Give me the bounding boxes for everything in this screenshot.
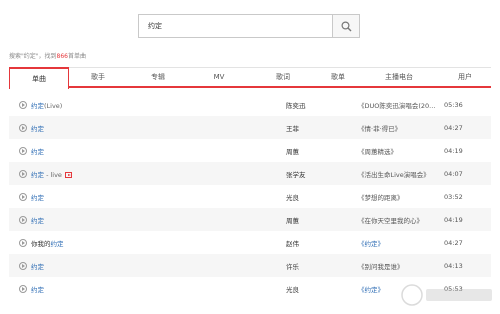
play-icon[interactable] [19,146,27,155]
play-icon[interactable] [19,123,27,132]
play-icon[interactable] [19,238,27,247]
singer-name[interactable]: 光良 [286,284,299,294]
singer-name[interactable]: 陈奕迅 [286,100,306,110]
tab-albums[interactable]: 专辑 [127,68,189,86]
tab-lyrics[interactable]: 歌词 [249,68,317,86]
song-title[interactable]: 约定 - live [31,169,72,179]
mv-icon[interactable] [64,171,72,178]
tab-radio[interactable]: 主播电台 [359,68,439,86]
result-summary: 搜索"约定"，找到866首单曲 [9,51,86,60]
result-count: 866 [56,53,68,60]
singer-name[interactable]: 王菲 [286,123,299,133]
list-item: 约定 周蕙 《周蕙精选》 04:19 [9,139,491,162]
song-title[interactable]: 约定 [31,146,44,156]
album-name[interactable]: 《梦想的距离》 [358,192,404,202]
song-duration: 04:19 [444,146,463,155]
album-name[interactable]: 《约定》 [358,238,384,248]
play-icon[interactable] [19,192,27,201]
album-name[interactable]: 《情·菲·得已》 [358,123,401,133]
tab-users[interactable]: 用户 [439,68,491,86]
song-title[interactable]: 约定 [31,284,44,294]
song-duration: 04:19 [444,215,463,224]
album-name[interactable]: 《DUO陈奕迅演唱会(20... [358,100,435,110]
album-name[interactable]: 《约定》 [358,284,384,294]
song-duration: 04:13 [444,261,463,270]
song-duration: 03:52 [444,192,463,201]
song-title[interactable]: 约定 [31,123,44,133]
search-input[interactable] [138,14,332,38]
song-title[interactable]: 约定 [31,261,44,271]
tab-singers[interactable]: 歌手 [69,68,127,86]
song-duration: 05:36 [444,100,463,109]
song-title[interactable]: 约定(Live) [31,100,62,110]
result-prefix: 搜索"约定"，找到 [9,53,57,60]
play-icon[interactable] [19,169,27,178]
list-item: 约定 光良 《梦想的距离》 03:52 [9,185,491,208]
album-name[interactable]: 《活出生命Live演唱会》 [358,169,430,179]
list-item: 约定 - live 张学友 《活出生命Live演唱会》 04:07 [9,162,491,185]
tab-songs[interactable]: 单曲 [9,67,69,89]
watermark-logo [401,284,492,306]
play-icon[interactable] [19,284,27,293]
song-title[interactable]: 约定 [31,192,44,202]
song-duration: 04:27 [444,238,463,247]
album-name[interactable]: 《在你天空里我的心》 [358,215,423,225]
song-title[interactable]: 你我的约定 [31,238,64,248]
list-item: 约定 王菲 《情·菲·得已》 04:27 [9,116,491,139]
search-icon [340,20,351,31]
singer-name[interactable]: 许乐 [286,261,299,271]
list-item: 你我的约定 赵伟 《约定》 04:27 [9,231,491,254]
list-item: 约定 周蕙 《在你天空里我的心》 04:19 [9,208,491,231]
list-item: 约定(Live) 陈奕迅 《DUO陈奕迅演唱会(20... 05:36 [9,93,491,116]
tab-mv[interactable]: MV [189,68,249,86]
song-duration: 04:27 [444,123,463,132]
singer-name[interactable]: 张学友 [286,169,306,179]
song-duration: 04:07 [444,169,463,178]
album-name[interactable]: 《别问我是谁》 [358,261,404,271]
singer-name[interactable]: 赵伟 [286,238,299,248]
tab-playlists[interactable]: 歌单 [317,68,359,86]
play-icon[interactable] [19,261,27,270]
play-icon[interactable] [19,100,27,109]
list-item: 约定 许乐 《别问我是谁》 04:13 [9,254,491,277]
search-button[interactable] [332,14,360,38]
singer-name[interactable]: 光良 [286,192,299,202]
singer-name[interactable]: 周蕙 [286,146,299,156]
search-bar [138,14,360,38]
singer-name[interactable]: 周蕙 [286,215,299,225]
play-icon[interactable] [19,215,27,224]
tab-bar: 单曲 歌手 专辑 MV 歌词 歌单 主播电台 用户 [9,67,491,89]
album-name[interactable]: 《周蕙精选》 [358,146,397,156]
result-suffix: 首单曲 [67,53,86,60]
song-list: 约定(Live) 陈奕迅 《DUO陈奕迅演唱会(20... 05:36 约定 王… [9,93,491,300]
song-title[interactable]: 约定 [31,215,44,225]
